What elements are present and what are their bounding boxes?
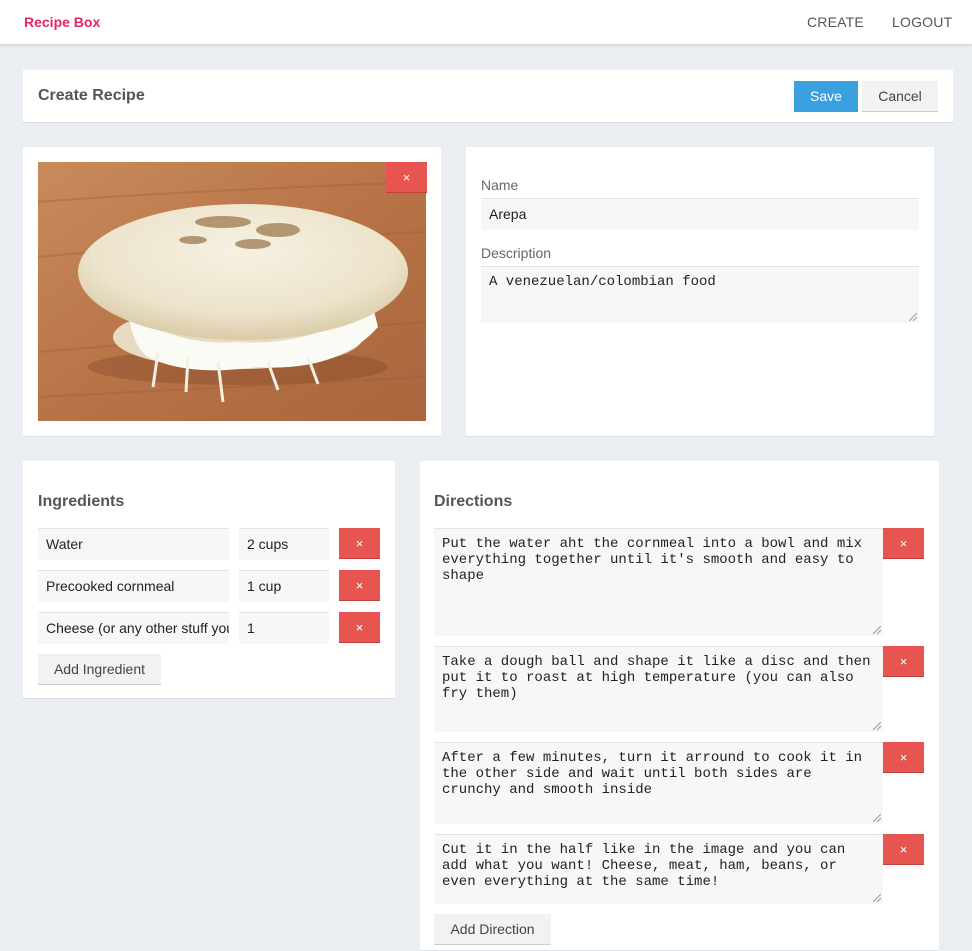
ingredient-name-input[interactable]: Water xyxy=(38,528,229,560)
name-label: Name xyxy=(481,177,519,193)
name-field[interactable]: Arepa xyxy=(481,198,919,230)
description-label: Description xyxy=(481,245,552,261)
resize-handle-icon[interactable] xyxy=(873,814,881,822)
remove-direction-button[interactable]: × xyxy=(883,834,924,865)
remove-direction-button[interactable]: × xyxy=(883,742,924,773)
remove-ingredient-button[interactable]: × xyxy=(339,570,380,601)
remove-direction-button[interactable]: × xyxy=(883,646,924,677)
ingredient-name-input[interactable]: Precooked cornmeal xyxy=(38,570,229,602)
page-header: Create Recipe Save Cancel xyxy=(23,70,953,123)
resize-handle-icon[interactable] xyxy=(873,722,881,730)
ingredients-panel: Ingredients Water 2 cups × Precooked cor… xyxy=(23,461,395,699)
resize-handle-icon[interactable] xyxy=(873,626,881,634)
brand-logo[interactable]: Recipe Box xyxy=(24,14,100,30)
add-ingredient-button[interactable]: Add Ingredient xyxy=(38,654,161,685)
directions-panel: Directions Put the water aht the cornmea… xyxy=(420,461,939,951)
details-panel: Name Arepa Description A venezuelan/colo… xyxy=(466,147,934,437)
remove-image-button[interactable]: × xyxy=(386,162,427,193)
cancel-button[interactable]: Cancel xyxy=(862,81,938,112)
remove-direction-button[interactable]: × xyxy=(883,528,924,559)
nav-logout-link[interactable]: LOGOUT xyxy=(892,14,952,30)
resize-handle-icon[interactable] xyxy=(909,313,917,321)
save-button[interactable]: Save xyxy=(794,81,858,112)
description-field[interactable]: A venezuelan/colombian food xyxy=(481,266,919,323)
ingredient-quantity-input[interactable]: 2 cups xyxy=(239,528,329,560)
remove-ingredient-button[interactable]: × xyxy=(339,528,380,559)
remove-ingredient-button[interactable]: × xyxy=(339,612,380,643)
ingredient-name-input[interactable]: Cheese (or any other stuff you want) xyxy=(38,612,229,644)
ingredient-quantity-input[interactable]: 1 cup xyxy=(239,570,329,602)
ingredients-title: Ingredients xyxy=(38,493,125,510)
page-title: Create Recipe xyxy=(38,87,145,104)
add-direction-button[interactable]: Add Direction xyxy=(434,914,551,945)
top-navbar: Recipe Box CREATE LOGOUT xyxy=(0,0,972,45)
recipe-image xyxy=(38,162,426,421)
direction-textarea[interactable]: Put the water aht the cornmeal into a bo… xyxy=(434,528,883,636)
resize-handle-icon[interactable] xyxy=(873,894,881,902)
ingredient-quantity-input[interactable]: 1 xyxy=(239,612,329,644)
direction-textarea[interactable]: After a few minutes, turn it arround to … xyxy=(434,742,883,824)
direction-textarea[interactable]: Take a dough ball and shape it like a di… xyxy=(434,646,883,732)
directions-title: Directions xyxy=(434,493,513,510)
image-panel: × xyxy=(23,147,441,437)
direction-textarea[interactable]: Cut it in the half like in the image and… xyxy=(434,834,883,904)
nav-create-link[interactable]: CREATE xyxy=(807,14,864,30)
